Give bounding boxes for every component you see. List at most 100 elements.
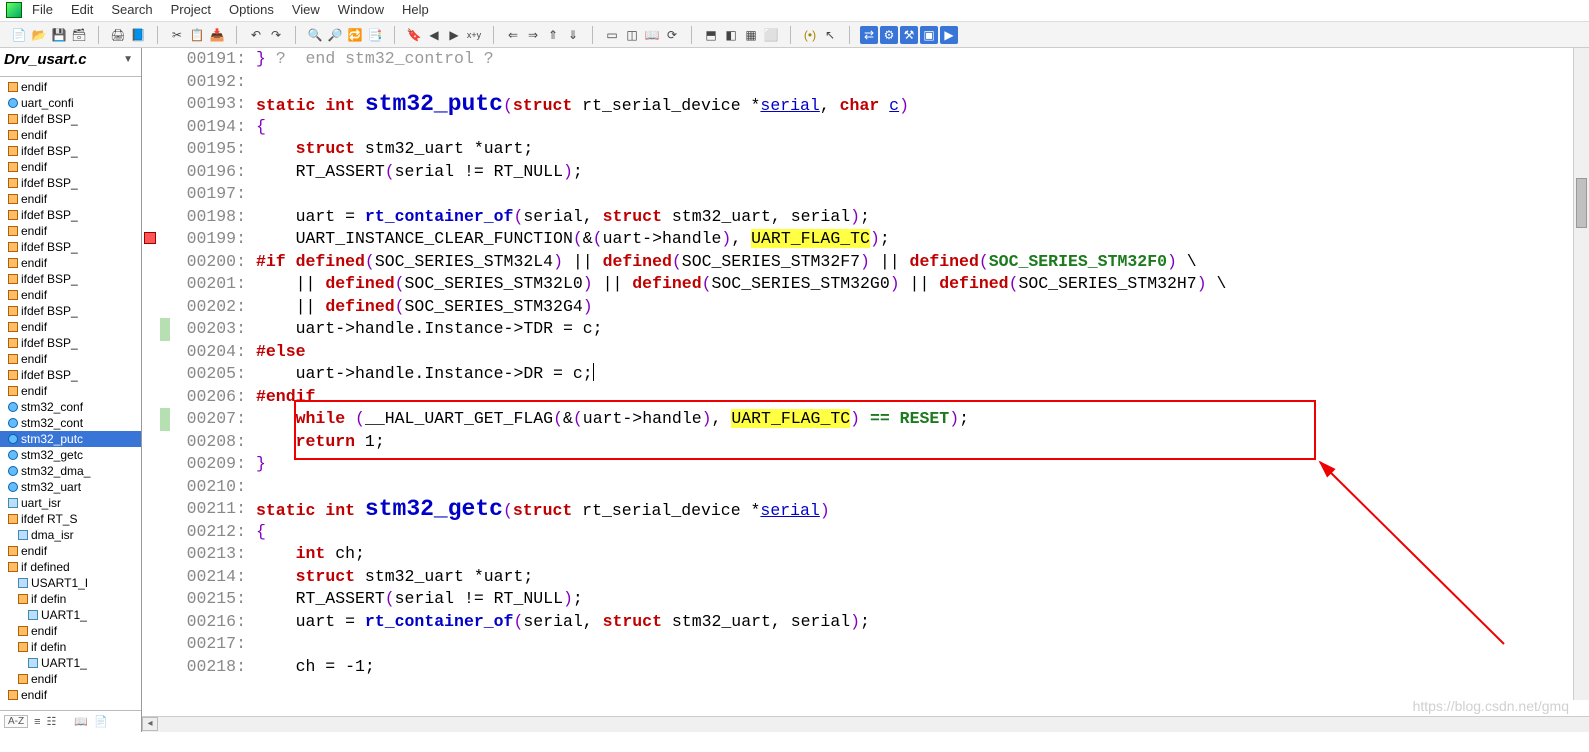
code-text[interactable]: RT_ASSERT(serial != RT_NULL); [252, 588, 1589, 611]
horizontal-scrollbar[interactable]: ◂ [142, 716, 1589, 732]
sidebar-item[interactable]: endif [0, 223, 141, 239]
gutter-cell[interactable] [142, 341, 174, 364]
sidebar-item[interactable]: ifdef BSP_ [0, 239, 141, 255]
sidebar-item[interactable]: endif [0, 159, 141, 175]
nav-back-icon[interactable]: ⇐ [504, 26, 522, 44]
redo-icon[interactable]: ↷ [267, 26, 285, 44]
sidebar-item[interactable]: ifdef BSP_ [0, 271, 141, 287]
bookmark-toggle-icon[interactable]: 🔖 [405, 26, 423, 44]
refresh-icon[interactable]: ⟳ [663, 26, 681, 44]
code-line[interactable]: 00207: while (__HAL_UART_GET_FLAG(&(uart… [142, 408, 1589, 431]
cursor-icon[interactable]: ↖ [821, 26, 839, 44]
sidebar-item[interactable]: ifdef RT_S [0, 511, 141, 527]
sidebar-item[interactable]: stm32_conf [0, 399, 141, 415]
window2-icon[interactable]: ◫ [623, 26, 641, 44]
gutter-cell[interactable] [142, 566, 174, 589]
code-text[interactable]: UART_INSTANCE_CLEAR_FUNCTION(&(uart->han… [252, 228, 1589, 251]
code-text[interactable]: return 1; [252, 431, 1589, 454]
sidebar-item[interactable]: ifdef BSP_ [0, 175, 141, 191]
code-text[interactable]: RT_ASSERT(serial != RT_NULL); [252, 161, 1589, 184]
code-text[interactable]: while (__HAL_UART_GET_FLAG(&(uart->handl… [252, 408, 1589, 431]
cascade-icon[interactable]: ▦ [742, 26, 760, 44]
scrollbar-thumb[interactable] [1576, 178, 1587, 228]
gutter-cell[interactable] [142, 161, 174, 184]
gutter-cell[interactable] [142, 318, 174, 341]
code-line[interactable]: 00211:static int stm32_getc(struct rt_se… [142, 498, 1589, 521]
sidebar-item[interactable]: endif [0, 255, 141, 271]
book-small-icon[interactable]: 📖 [74, 715, 88, 728]
code-text[interactable]: uart->handle.Instance->TDR = c; [252, 318, 1589, 341]
sidebar-item[interactable]: ifdef BSP_ [0, 207, 141, 223]
sync-icon[interactable]: ⇄ [860, 26, 878, 44]
gutter-cell[interactable] [142, 138, 174, 161]
code-line[interactable]: 00210: [142, 476, 1589, 499]
code-text[interactable]: static int stm32_putc(struct rt_serial_d… [252, 93, 1589, 116]
code-text[interactable]: } [252, 453, 1589, 476]
sidebar-item[interactable]: if defin [0, 591, 141, 607]
code-line[interactable]: 00192: [142, 71, 1589, 94]
build-icon[interactable]: ⚙ [880, 26, 898, 44]
paren-icon[interactable]: (•) [801, 26, 819, 44]
code-line[interactable]: 00212:{ [142, 521, 1589, 544]
menu-view[interactable]: View [292, 2, 320, 17]
tile-v-icon[interactable]: ◧ [722, 26, 740, 44]
gutter-cell[interactable] [142, 431, 174, 454]
code-line[interactable]: 00201: || defined(SOC_SERIES_STM32L0) ||… [142, 273, 1589, 296]
sidebar-item[interactable]: if defin [0, 639, 141, 655]
nav-down-icon[interactable]: ⇓ [564, 26, 582, 44]
sidebar-item[interactable]: endif [0, 687, 141, 703]
code-text[interactable] [252, 71, 1589, 94]
code-line[interactable]: 00202: || defined(SOC_SERIES_STM32G4) [142, 296, 1589, 319]
menu-project[interactable]: Project [171, 2, 211, 17]
code-line[interactable]: 00216: uart = rt_container_of(serial, st… [142, 611, 1589, 634]
code-text[interactable]: struct stm32_uart *uart; [252, 138, 1589, 161]
dropdown-icon[interactable]: ▼ [123, 54, 133, 65]
sidebar-item[interactable]: stm32_cont [0, 415, 141, 431]
code-line[interactable]: 00209:} [142, 453, 1589, 476]
code-text[interactable]: { [252, 521, 1589, 544]
sidebar-item[interactable]: endif [0, 79, 141, 95]
code-editor[interactable]: 00191:} ? end stm32_control ?00192:00193… [142, 48, 1589, 716]
code-line[interactable]: 00191:} ? end stm32_control ? [142, 48, 1589, 71]
sidebar-item[interactable]: USART1_I [0, 575, 141, 591]
sidebar-item[interactable]: endif [0, 623, 141, 639]
cut-icon[interactable]: ✂ [168, 26, 186, 44]
code-text[interactable]: int ch; [252, 543, 1589, 566]
tile-h-icon[interactable]: ⬒ [702, 26, 720, 44]
gutter-cell[interactable] [142, 408, 174, 431]
menu-options[interactable]: Options [229, 2, 274, 17]
gutter-cell[interactable] [142, 588, 174, 611]
gutter-cell[interactable] [142, 116, 174, 139]
sidebar-item[interactable]: endif [0, 127, 141, 143]
book2-icon[interactable]: 📖 [643, 26, 661, 44]
sidebar-item[interactable]: uart_confi [0, 95, 141, 111]
code-text[interactable]: uart->handle.Instance->DR = c; [252, 363, 1589, 386]
nav-fwd-icon[interactable]: ⇒ [524, 26, 542, 44]
gutter-cell[interactable] [142, 93, 174, 116]
code-line[interactable]: 00213: int ch; [142, 543, 1589, 566]
gutter-cell[interactable] [142, 521, 174, 544]
code-line[interactable]: 00199: UART_INSTANCE_CLEAR_FUNCTION(&(ua… [142, 228, 1589, 251]
code-line[interactable]: 00205: uart->handle.Instance->DR = c; [142, 363, 1589, 386]
sidebar-item[interactable]: ifdef BSP_ [0, 111, 141, 127]
sidebar-item[interactable]: endif [0, 351, 141, 367]
rebuild-icon[interactable]: ⚒ [900, 26, 918, 44]
find-icon[interactable]: 🔍 [306, 26, 324, 44]
code-line[interactable]: 00193:static int stm32_putc(struct rt_se… [142, 93, 1589, 116]
sidebar-item[interactable]: UART1_ [0, 655, 141, 671]
menu-window[interactable]: Window [338, 2, 384, 17]
sidebar-item[interactable]: endif [0, 319, 141, 335]
code-line[interactable]: 00195: struct stm32_uart *uart; [142, 138, 1589, 161]
vertical-scrollbar[interactable] [1573, 48, 1589, 700]
file-tab[interactable]: Drv_usart.c ▼ [0, 48, 141, 77]
list-icon[interactable]: ≡ [34, 716, 40, 728]
code-text[interactable]: } ? end stm32_control ? [252, 48, 1589, 71]
gutter-cell[interactable] [142, 476, 174, 499]
code-text[interactable]: #else [252, 341, 1589, 364]
gutter-cell[interactable] [142, 71, 174, 94]
code-line[interactable]: 00194:{ [142, 116, 1589, 139]
bookmark-next-icon[interactable]: ▶ [445, 26, 463, 44]
sidebar-item[interactable]: endif [0, 543, 141, 559]
maximize-icon[interactable]: ⬜ [762, 26, 780, 44]
code-text[interactable]: || defined(SOC_SERIES_STM32L0) || define… [252, 273, 1589, 296]
